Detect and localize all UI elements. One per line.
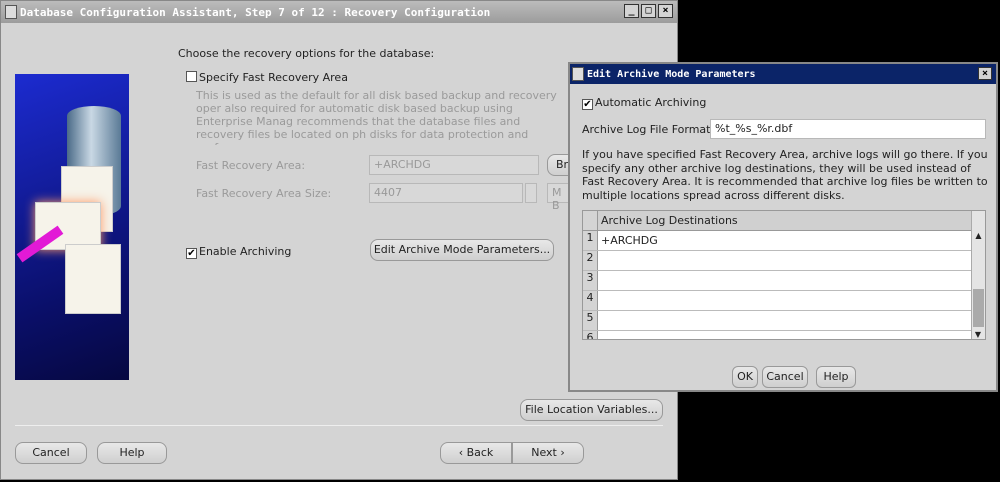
row-number: 6	[583, 331, 598, 339]
table-row[interactable]: 5	[583, 311, 985, 331]
title-bar: Database Configuration Assistant, Step 7…	[1, 1, 677, 23]
wizard-illustration	[15, 74, 129, 380]
dialog-title-bar: Edit Archive Mode Parameters ×	[570, 64, 996, 84]
destination-cell[interactable]	[598, 291, 985, 310]
row-number: 4	[583, 291, 598, 310]
next-label: Next	[531, 446, 557, 459]
app-icon	[5, 5, 17, 19]
row-number: 2	[583, 251, 598, 270]
enable-archiving-checkbox[interactable]: ✔ Enable Archiving	[186, 245, 291, 259]
specify-fra-checkbox[interactable]: Specify Fast Recovery Area	[186, 71, 348, 84]
maximize-button[interactable]: □	[641, 4, 656, 18]
table-row[interactable]: 2	[583, 251, 985, 271]
table-row[interactable]: 4	[583, 291, 985, 311]
vertical-scrollbar[interactable]: ▲ ▼	[971, 211, 985, 339]
minimize-button[interactable]: _	[624, 4, 639, 18]
file-location-variables-button[interactable]: File Location Variables...	[520, 399, 663, 421]
edit-archive-dialog: Edit Archive Mode Parameters × ✔ Automati…	[568, 62, 998, 392]
cancel-button[interactable]: Cancel	[15, 442, 87, 464]
chevron-right-icon: ›	[560, 446, 565, 459]
back-button[interactable]: ‹ Back	[440, 442, 512, 464]
format-input[interactable]: %t_%s_%r.dbf	[710, 119, 986, 139]
specify-fra-label: Specify Fast Recovery Area	[199, 71, 348, 84]
edit-archive-params-button[interactable]: Edit Archive Mode Parameters...	[370, 239, 554, 261]
info-text: If you have specified Fast Recovery Area…	[582, 148, 988, 202]
close-button[interactable]: ×	[658, 4, 673, 18]
divider	[15, 425, 663, 426]
window-title: Database Configuration Assistant, Step 7…	[20, 5, 491, 19]
fra-description: This is used as the default for all disk…	[196, 89, 557, 145]
automatic-archiving-checkbox[interactable]: ✔ Automatic Archiving	[582, 96, 706, 110]
fra-label: Fast Recovery Area:	[196, 159, 306, 172]
dialog-cancel-button[interactable]: Cancel	[762, 366, 808, 388]
dialog-title: Edit Archive Mode Parameters	[587, 68, 756, 80]
destination-cell[interactable]: +ARCHDG	[598, 231, 985, 250]
dialog-close-button[interactable]: ×	[978, 67, 992, 80]
table-row[interactable]: 3	[583, 271, 985, 291]
column-header: Archive Log Destinations	[601, 214, 738, 227]
destination-cell[interactable]	[598, 251, 985, 270]
fra-size-input[interactable]: 4407	[369, 183, 523, 203]
destinations-table: Archive Log Destinations 1 +ARCHDG 2 3 4 …	[582, 210, 986, 340]
dialog-help-button[interactable]: Help	[816, 366, 856, 388]
back-label: Back	[466, 446, 494, 459]
fra-size-label: Fast Recovery Area Size:	[196, 187, 332, 200]
app-icon	[572, 67, 584, 81]
destination-cell[interactable]	[598, 311, 985, 330]
ok-button[interactable]: OK	[732, 366, 758, 388]
enable-archiving-label: Enable Archiving	[199, 245, 292, 258]
automatic-archiving-label: Automatic Archiving	[595, 96, 707, 109]
table-row[interactable]: 6	[583, 331, 985, 339]
help-button[interactable]: Help	[97, 442, 167, 464]
document-image	[65, 244, 121, 314]
scrollbar-thumb[interactable]	[973, 289, 984, 327]
next-button[interactable]: Next ›	[512, 442, 584, 464]
chevron-left-icon: ‹	[458, 446, 467, 459]
fra-size-spinner[interactable]	[525, 183, 537, 203]
row-number: 1	[583, 231, 598, 250]
destination-cell[interactable]	[598, 271, 985, 290]
format-label: Archive Log File Format	[582, 123, 711, 136]
scroll-down-icon[interactable]: ▼	[972, 330, 984, 339]
row-number: 5	[583, 311, 598, 330]
fra-input[interactable]: +ARCHDG	[369, 155, 539, 175]
destination-cell[interactable]	[598, 331, 985, 339]
heading: Choose the recovery options for the data…	[178, 47, 435, 60]
scroll-up-icon[interactable]: ▲	[972, 231, 985, 245]
table-row[interactable]: 1 +ARCHDG	[583, 231, 985, 251]
row-number: 3	[583, 271, 598, 290]
table-header: Archive Log Destinations	[583, 211, 985, 231]
